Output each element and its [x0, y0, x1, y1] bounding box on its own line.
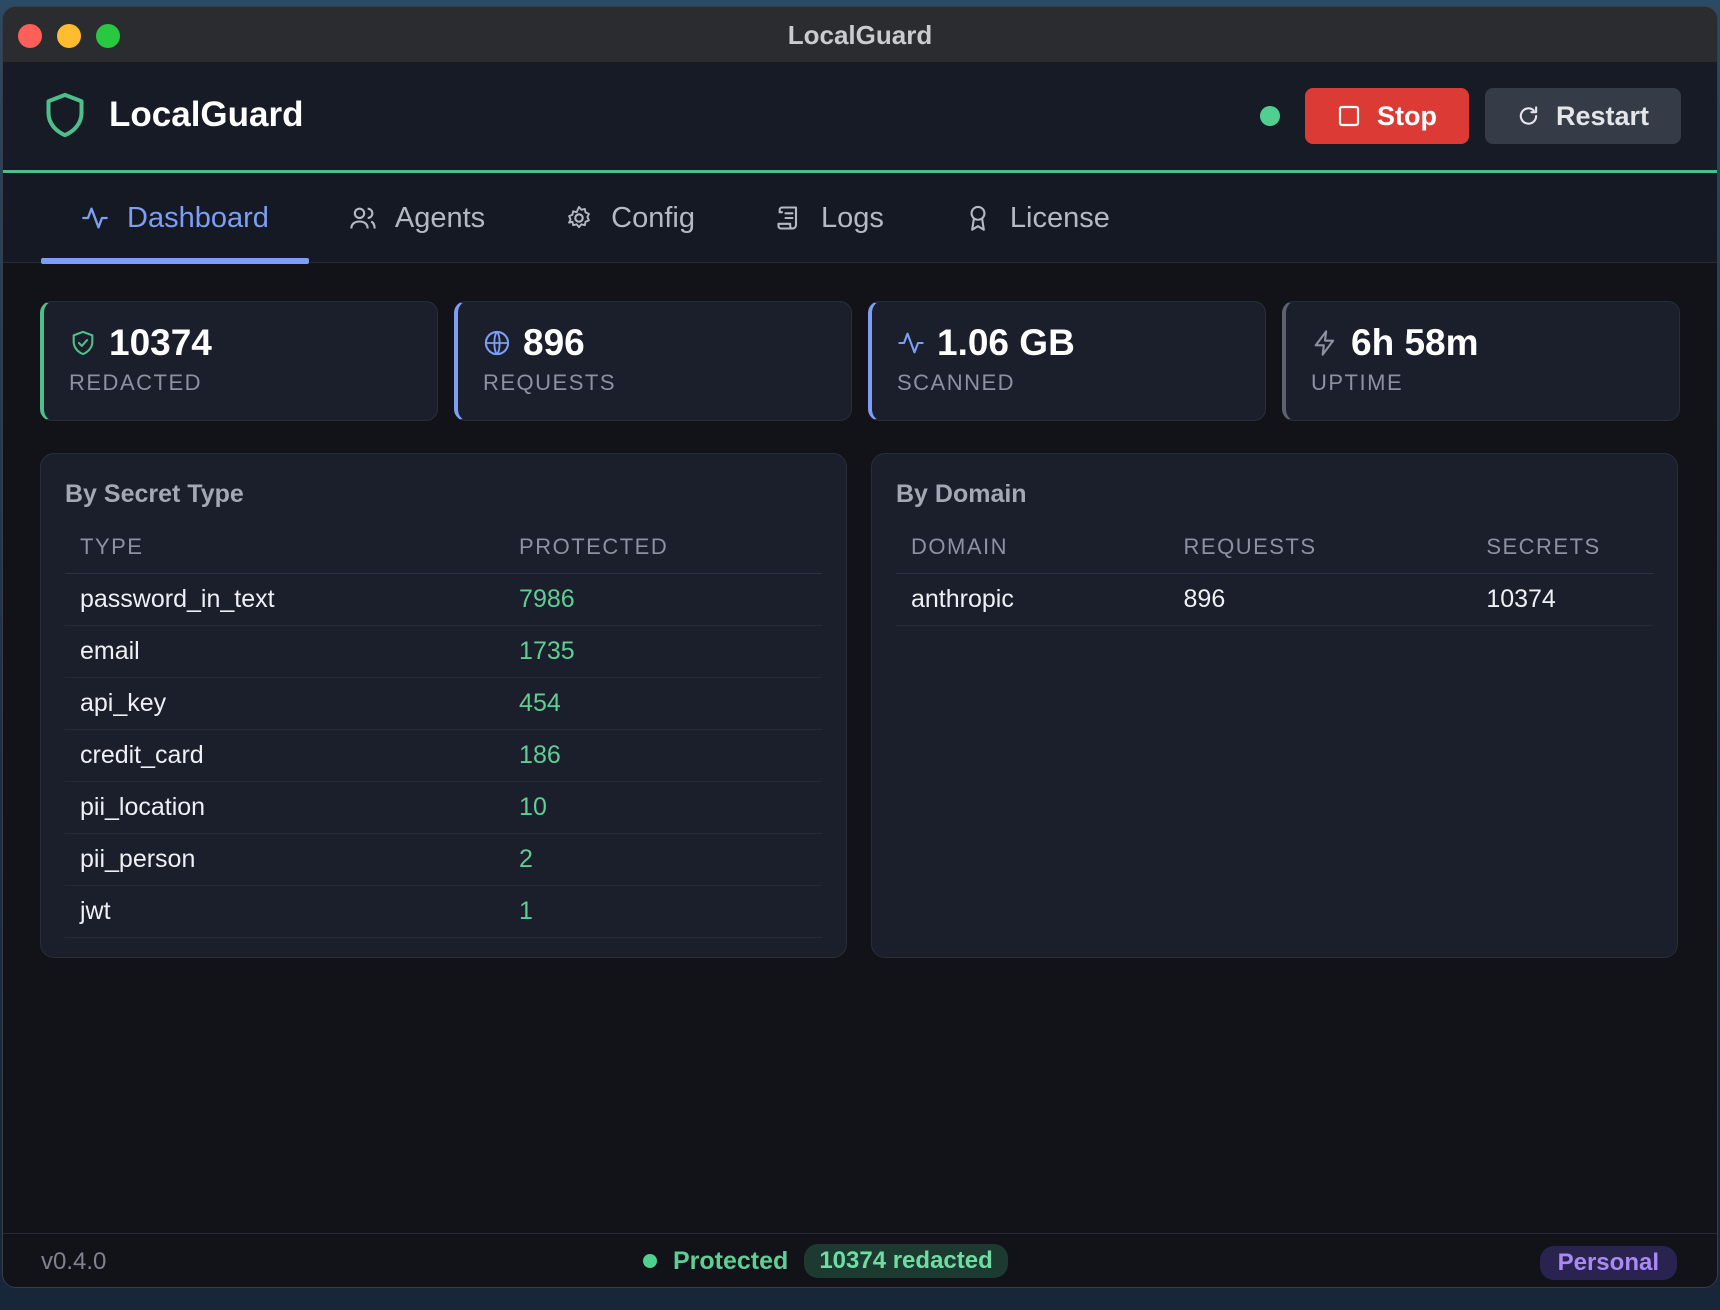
refresh-icon	[1519, 106, 1538, 125]
title-bar: LocalGuard	[3, 7, 1717, 63]
protected-count-cell: 1	[504, 885, 822, 938]
domain-table: DOMAIN REQUESTS SECRETS anthropic 896 10…	[896, 531, 1653, 626]
stat-value: 10374	[109, 322, 212, 363]
stat-card-redacted: 10374 REDACTED	[40, 301, 438, 421]
column-header: SECRETS	[1471, 531, 1653, 574]
column-header: REQUESTS	[1168, 531, 1472, 574]
tab-label: Dashboard	[127, 201, 269, 234]
stat-card-requests: 896 REQUESTS	[454, 301, 852, 421]
column-header: DOMAIN	[896, 531, 1169, 574]
tab-agents[interactable]: Agents	[309, 173, 525, 263]
running-status-indicator	[1260, 106, 1280, 126]
protected-count-cell: 186	[504, 729, 822, 782]
tab-label: Logs	[821, 201, 884, 234]
stat-label: SCANNED	[897, 370, 1016, 395]
stat-card-scanned: 1.06 GB SCANNED	[868, 301, 1266, 421]
brand-name: LocalGuard	[109, 95, 304, 134]
stop-button-label: Stop	[1377, 100, 1437, 131]
stat-value: 6h 58m	[1351, 322, 1479, 363]
app-header: LocalGuard Stop Restart	[3, 63, 1717, 173]
restart-button-label: Restart	[1555, 100, 1649, 131]
stat-label: REDACTED	[69, 370, 203, 395]
tab-label: License	[1009, 201, 1110, 234]
scroll-icon	[777, 206, 798, 230]
table-row: jwt 1	[65, 885, 822, 938]
award-icon	[970, 205, 986, 231]
table-row: anthropic 896 10374	[896, 573, 1653, 626]
shield-check-icon	[72, 330, 94, 356]
zap-icon	[1314, 330, 1335, 356]
tab-logs[interactable]: Logs	[735, 173, 924, 263]
restart-button[interactable]: Restart	[1485, 88, 1681, 144]
dashboard-content: 10374 REDACTED 896 REQUESTS 1.06 GB SCAN…	[3, 263, 1717, 958]
stat-value: 1.06 GB	[937, 322, 1075, 363]
header-actions: Stop Restart	[1260, 88, 1681, 144]
table-row: credit_card 186	[65, 729, 822, 782]
secrets-cell: 10374	[1471, 573, 1653, 626]
domain-cell: anthropic	[896, 573, 1169, 626]
protected-count-cell: 10	[504, 781, 822, 834]
table-row: password_in_text 7986	[65, 573, 822, 626]
tab-license[interactable]: License	[924, 173, 1150, 263]
protected-count-cell: 1735	[504, 625, 822, 678]
table-row: api_key 454	[65, 677, 822, 730]
tab-bar: Dashboard Agents Config Logs License	[3, 173, 1717, 264]
brand: LocalGuard	[43, 91, 303, 139]
status-bar: v0.4.0 Protected 10374 redacted Personal	[3, 1233, 1717, 1287]
protection-status: Protected 10374 redacted	[643, 1244, 1008, 1278]
version-label: v0.4.0	[41, 1248, 107, 1275]
protected-status-dot	[643, 1254, 657, 1268]
users-icon	[350, 207, 376, 229]
stat-card-uptime: 6h 58m UPTIME	[1282, 301, 1680, 421]
tab-label: Config	[611, 201, 695, 234]
column-header: PROTECTED	[504, 531, 822, 574]
secret-type-cell: email	[65, 625, 505, 678]
secret-type-table: TYPE PROTECTED password_in_text 7986 emai…	[65, 531, 822, 938]
secret-type-cell: credit_card	[65, 729, 505, 782]
tab-label: Agents	[394, 201, 486, 234]
secret-type-cell: jwt	[65, 885, 505, 938]
secret-type-panel: By Secret Type TYPE PROTECTED password_i…	[40, 453, 847, 958]
activity-icon	[898, 332, 924, 354]
secret-type-cell: api_key	[65, 677, 505, 730]
protected-count-cell: 454	[504, 677, 822, 730]
secret-type-cell: password_in_text	[65, 573, 505, 626]
app-window: LocalGuard LocalGuard Stop Restart Dashb…	[2, 6, 1718, 1288]
stat-label: UPTIME	[1311, 370, 1404, 395]
shield-icon	[46, 92, 84, 138]
tab-dashboard[interactable]: Dashboard	[41, 173, 309, 264]
globe-icon	[484, 330, 510, 356]
stat-label: REQUESTS	[483, 370, 617, 395]
activity-icon	[82, 207, 108, 229]
stats-row: 10374 REDACTED 896 REQUESTS 1.06 GB SCAN…	[40, 301, 1680, 421]
table-row: email 1735	[65, 625, 822, 678]
panels-row: By Secret Type TYPE PROTECTED password_i…	[40, 453, 1680, 958]
stop-button[interactable]: Stop	[1305, 88, 1469, 144]
square-icon	[1338, 105, 1360, 127]
panel-title: By Domain	[896, 480, 1027, 508]
window-title: LocalGuard	[787, 20, 933, 50]
panel-title: By Secret Type	[65, 480, 244, 508]
secret-type-cell: pii_location	[65, 781, 505, 834]
redacted-count-badge: 10374 redacted	[804, 1244, 1008, 1278]
table-row: pii_location 10	[65, 781, 822, 834]
gear-icon	[568, 205, 591, 229]
column-header: TYPE	[65, 531, 505, 574]
secret-type-cell: pii_person	[65, 833, 505, 886]
domain-panel: By Domain DOMAIN REQUESTS SECRETS anthro…	[871, 453, 1678, 958]
requests-cell: 896	[1168, 573, 1472, 626]
stat-value: 896	[523, 322, 585, 363]
tab-config[interactable]: Config	[525, 173, 735, 263]
protected-count-cell: 7986	[504, 573, 822, 626]
protected-count-cell: 2	[504, 833, 822, 886]
plan-badge: Personal	[1539, 1246, 1677, 1280]
table-row: pii_person 2	[65, 833, 822, 886]
protected-status-label: Protected	[673, 1246, 789, 1275]
